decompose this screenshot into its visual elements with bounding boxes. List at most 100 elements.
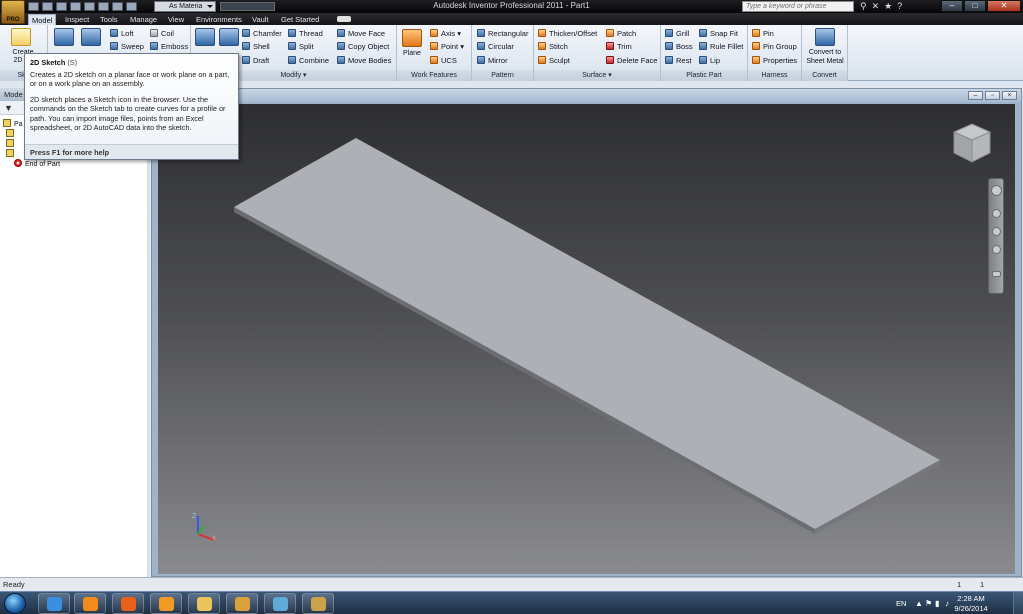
- clock[interactable]: 2:28 AM 9/26/2014: [948, 594, 994, 614]
- revolve-icon[interactable]: [81, 28, 101, 46]
- loft-button[interactable]: Loft: [110, 29, 134, 39]
- ribbon-minimize-toggle[interactable]: [337, 16, 351, 22]
- plane-icon[interactable]: [402, 29, 422, 47]
- chamfer-button[interactable]: Chamfer: [242, 29, 282, 39]
- convert-label-2[interactable]: Sheet Metal: [803, 58, 847, 66]
- look-at-icon[interactable]: [992, 271, 1001, 277]
- taskbar-ie-button[interactable]: [38, 593, 70, 614]
- flag-icon[interactable]: ⚑: [925, 599, 932, 608]
- steering-wheel-icon[interactable]: [991, 185, 1002, 196]
- fillet-icon[interactable]: [219, 28, 239, 46]
- move-bodies-icon: [337, 56, 345, 64]
- language-indicator[interactable]: EN: [896, 599, 906, 608]
- minimize-button[interactable]: –: [941, 0, 963, 12]
- tab-inspect[interactable]: Inspect: [62, 14, 92, 25]
- browser-scrollbar[interactable]: [147, 101, 149, 577]
- move-face-button[interactable]: Move Face: [337, 29, 385, 39]
- zoom-icon[interactable]: [992, 227, 1001, 236]
- lip-button[interactable]: Lip: [699, 56, 720, 66]
- tab-model[interactable]: Model: [28, 14, 57, 25]
- taskbar-paint-button[interactable]: [264, 593, 296, 614]
- split-icon: [288, 42, 296, 50]
- tree-item-end-of-part[interactable]: End of Part: [14, 159, 60, 170]
- tab-manage[interactable]: Manage: [127, 14, 160, 25]
- show-hidden-icons-icon[interactable]: ▲: [915, 599, 923, 608]
- emboss-button[interactable]: Emboss: [150, 42, 188, 52]
- doc-minimize-button[interactable]: –: [968, 91, 983, 100]
- tab-environments[interactable]: Environments: [193, 14, 245, 25]
- ucs-button[interactable]: UCS: [430, 56, 457, 66]
- hole-icon[interactable]: [195, 28, 215, 46]
- mirror-button[interactable]: Mirror: [477, 56, 508, 66]
- network-icon[interactable]: ▮: [935, 599, 939, 608]
- close-button[interactable]: ✕: [987, 0, 1021, 12]
- mirror-icon: [477, 56, 485, 64]
- copy-object-button[interactable]: Copy Object: [337, 42, 389, 52]
- orbit-icon[interactable]: [992, 245, 1001, 254]
- tab-tools[interactable]: Tools: [97, 14, 121, 25]
- combine-button[interactable]: Combine: [288, 56, 329, 66]
- binoculars-icon[interactable]: ⚲: [860, 1, 867, 12]
- circular-pattern-button[interactable]: Circular: [477, 42, 514, 52]
- stitch-button[interactable]: Stitch: [538, 42, 568, 52]
- sculpt-button[interactable]: Sculpt: [538, 56, 570, 66]
- create-2d-sketch-icon[interactable]: [11, 28, 31, 46]
- star-icon[interactable]: ★: [884, 1, 892, 12]
- tab-view[interactable]: View: [165, 14, 187, 25]
- extrude-icon[interactable]: [54, 28, 74, 46]
- maximize-button[interactable]: □: [964, 0, 986, 12]
- taskbar-explorer-button[interactable]: [188, 593, 220, 614]
- delete-face-button[interactable]: Delete Face: [606, 56, 657, 66]
- tab-get-started[interactable]: Get Started: [278, 14, 322, 25]
- rest-button[interactable]: Rest: [665, 56, 691, 66]
- patch-button[interactable]: Patch: [606, 29, 636, 39]
- window-controls: – □ ✕: [941, 0, 1021, 12]
- trim-button[interactable]: Trim: [606, 42, 632, 52]
- point-button[interactable]: Point ▾: [430, 42, 464, 52]
- tooltip-details: 2D sketch places a Sketch icon in the br…: [30, 94, 226, 133]
- 3d-canvas[interactable]: Z X: [158, 104, 1015, 574]
- plane-label[interactable]: Plane: [400, 50, 424, 58]
- clock-time: 2:28 AM: [957, 594, 985, 603]
- move-bodies-button[interactable]: Move Bodies: [337, 56, 391, 66]
- filter-icon[interactable]: ▼: [4, 103, 13, 113]
- shell-button[interactable]: Shell: [242, 42, 270, 52]
- taskbar-firefox-button[interactable]: [112, 593, 144, 614]
- grill-button[interactable]: Grill: [665, 29, 689, 39]
- taskbar-app-orange-button[interactable]: [150, 593, 182, 614]
- start-button[interactable]: [4, 593, 26, 614]
- work-features-title: Work Features: [397, 70, 471, 81]
- boss-button[interactable]: Boss: [665, 42, 693, 52]
- convert-label-1[interactable]: Convert to: [803, 49, 847, 57]
- taskbar-inventor-button[interactable]: [302, 593, 334, 614]
- rectangular-pattern-button[interactable]: Rectangular: [477, 29, 528, 39]
- doc-restore-button[interactable]: ▫: [985, 91, 1000, 100]
- thread-button[interactable]: Thread: [288, 29, 323, 39]
- properties-button[interactable]: Properties: [752, 56, 797, 66]
- viewcube[interactable]: [952, 122, 992, 164]
- snap-fit-button[interactable]: Snap Fit: [699, 29, 738, 39]
- taskbar-media-player-button[interactable]: [74, 593, 106, 614]
- help-search-input[interactable]: Type a keyword or phrase: [742, 1, 854, 12]
- application-button[interactable]: PRO: [1, 0, 25, 24]
- pin-group-button[interactable]: Pin Group: [752, 42, 797, 52]
- coil-button[interactable]: Coil: [150, 29, 174, 39]
- pin-button[interactable]: Pin: [752, 29, 774, 39]
- show-desktop-button[interactable]: [1013, 592, 1023, 614]
- tools-icon[interactable]: ✕: [872, 1, 880, 12]
- title-bar: As Materia Autodesk Inventor Professiona…: [0, 0, 1023, 13]
- doc-close-button[interactable]: ×: [1002, 91, 1017, 100]
- axis-triad: Z X: [192, 513, 216, 542]
- sweep-button[interactable]: Sweep: [110, 42, 144, 52]
- tab-vault[interactable]: Vault: [249, 14, 272, 25]
- pan-icon[interactable]: [992, 209, 1001, 218]
- rule-fillet-button[interactable]: Rule Fillet: [699, 42, 743, 52]
- taskbar-chrome-button[interactable]: [226, 593, 258, 614]
- surface-panel-title[interactable]: Surface ▾: [534, 70, 660, 81]
- thicken-offset-button[interactable]: Thicken/Offset: [538, 29, 597, 39]
- convert-sheet-metal-icon[interactable]: [815, 28, 835, 46]
- draft-button[interactable]: Draft: [242, 56, 269, 66]
- help-icon[interactable]: ?: [897, 1, 902, 12]
- split-button[interactable]: Split: [288, 42, 314, 52]
- axis-button[interactable]: Axis ▾: [430, 29, 461, 39]
